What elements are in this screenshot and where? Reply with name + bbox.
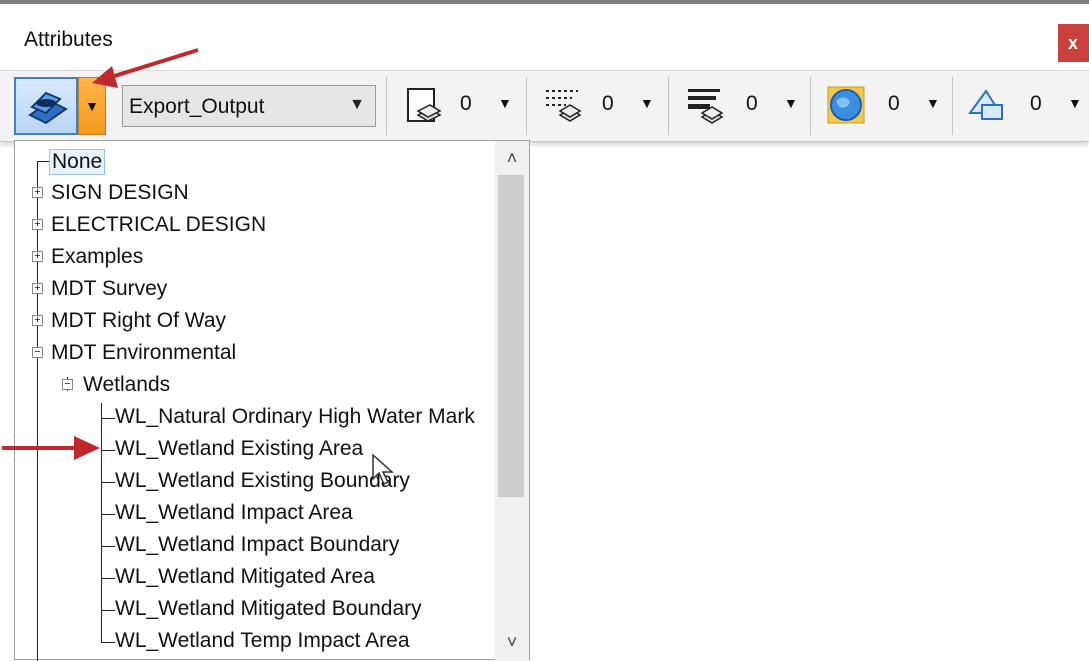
weighted-level-stack-icon xyxy=(688,89,724,124)
filter-count: 0 xyxy=(602,92,614,115)
chevron-down-icon[interactable]: ▼ xyxy=(498,95,512,111)
tree-guide-line xyxy=(101,610,115,611)
expand-icon[interactable]: + xyxy=(32,251,43,262)
tree-guide-line xyxy=(101,546,115,547)
tree-guide-line xyxy=(101,642,115,643)
expand-icon[interactable]: + xyxy=(32,219,43,230)
dashed-level-stack-icon xyxy=(546,90,582,122)
level-tree: None + SIGN DESIGN + ELECTRICAL DESIGN +… xyxy=(14,140,530,661)
tree-leaf-wetland-existing-boundary[interactable]: WL_Wetland Existing Boundary xyxy=(115,469,410,493)
tree-guide-line xyxy=(37,161,49,162)
level-display-button[interactable] xyxy=(14,77,78,135)
chevron-down-icon[interactable]: ▼ xyxy=(1068,95,1082,111)
attributes-window: Attributes x ▼ Export_Output ▼ 0 ▼ 0 ▼ 0… xyxy=(0,0,1089,661)
tree-item-mdt-right-of-way[interactable]: MDT Right Of Way xyxy=(51,309,226,333)
toolbar-separator xyxy=(386,77,387,135)
level-display-icon xyxy=(28,91,68,125)
tree-guide-line xyxy=(101,482,115,483)
tree-item-examples[interactable]: Examples xyxy=(51,245,143,269)
window-top-border xyxy=(0,0,1089,4)
level-stack-icon xyxy=(407,88,442,122)
filter-dashed-level-stack[interactable]: 0 ▼ xyxy=(536,71,672,141)
filter-count: 0 xyxy=(746,92,758,115)
tree-item-wetlands[interactable]: Wetlands xyxy=(83,373,170,397)
collapse-icon[interactable]: − xyxy=(32,347,43,358)
toolbar-separator xyxy=(668,77,669,135)
tree-item-none[interactable]: None xyxy=(49,149,106,175)
chevron-down-icon: ▼ xyxy=(349,96,365,113)
tree-leaf-wetland-impact-boundary[interactable]: WL_Wetland Impact Boundary xyxy=(115,533,399,557)
filter-level-stack[interactable]: 0 ▼ xyxy=(394,71,530,141)
annotation-arrow-icon xyxy=(2,436,100,460)
collapse-icon[interactable]: − xyxy=(62,379,73,390)
filter-count: 0 xyxy=(460,92,472,115)
toolbar-separator xyxy=(810,77,811,135)
toolbar-separator xyxy=(952,77,953,135)
filter-count: 0 xyxy=(1030,92,1042,115)
shape-icon xyxy=(968,89,1003,120)
close-button[interactable]: x xyxy=(1058,24,1089,62)
chevron-down-icon[interactable]: ▼ xyxy=(640,95,654,111)
toolbar-separator xyxy=(526,77,527,135)
chevron-down-icon[interactable]: ▼ xyxy=(784,95,798,111)
tree-leaf-natural-ordinary-high-water-mark[interactable]: WL_Natural Ordinary High Water Mark xyxy=(115,405,475,429)
filter-count: 0 xyxy=(888,92,900,115)
tree-guide-line xyxy=(101,514,115,515)
tree-guide-line xyxy=(101,578,115,579)
filter-weighted-level-stack[interactable]: 0 ▼ xyxy=(678,71,814,141)
chevron-down-icon[interactable]: ▼ xyxy=(926,95,940,111)
tree-leaf-wetland-mitigated-boundary[interactable]: WL_Wetland Mitigated Boundary xyxy=(115,597,422,621)
tree-leaf-wetland-mitigated-area[interactable]: WL_Wetland Mitigated Area xyxy=(115,565,375,589)
expand-icon[interactable]: + xyxy=(32,283,43,294)
annotation-arrow-icon xyxy=(92,48,199,88)
expand-icon[interactable]: + xyxy=(32,187,43,198)
tree-leaf-wetland-temp-impact-area[interactable]: WL_Wetland Temp Impact Area xyxy=(115,629,410,653)
tree-guide-line xyxy=(37,161,38,661)
expand-icon[interactable]: + xyxy=(32,315,43,326)
chevron-down-icon: ▼ xyxy=(85,98,99,114)
tree-item-mdt-survey[interactable]: MDT Survey xyxy=(51,277,167,301)
tree-item-mdt-environmental[interactable]: MDT Environmental xyxy=(51,341,236,365)
tree-item-sign-design[interactable]: SIGN DESIGN xyxy=(51,181,189,205)
scroll-down-icon[interactable]: ˅ xyxy=(495,627,529,657)
mouse-cursor-icon xyxy=(372,453,394,486)
tree-leaf-wetland-impact-area[interactable]: WL_Wetland Impact Area xyxy=(115,501,353,525)
filter-globe[interactable]: 0 ▼ xyxy=(818,71,954,141)
tree-item-electrical-design[interactable]: ELECTRICAL DESIGN xyxy=(51,213,266,237)
scrollbar-thumb[interactable] xyxy=(498,175,524,497)
filter-shape[interactable]: 0 ▼ xyxy=(960,71,1089,141)
tree-guide-line xyxy=(101,418,115,419)
active-level-value: Export_Output xyxy=(129,95,265,118)
globe-icon xyxy=(827,86,865,124)
tree-leaf-wetland-existing-area[interactable]: WL_Wetland Existing Area xyxy=(115,437,363,461)
scroll-up-icon[interactable]: ˄ xyxy=(495,143,529,173)
